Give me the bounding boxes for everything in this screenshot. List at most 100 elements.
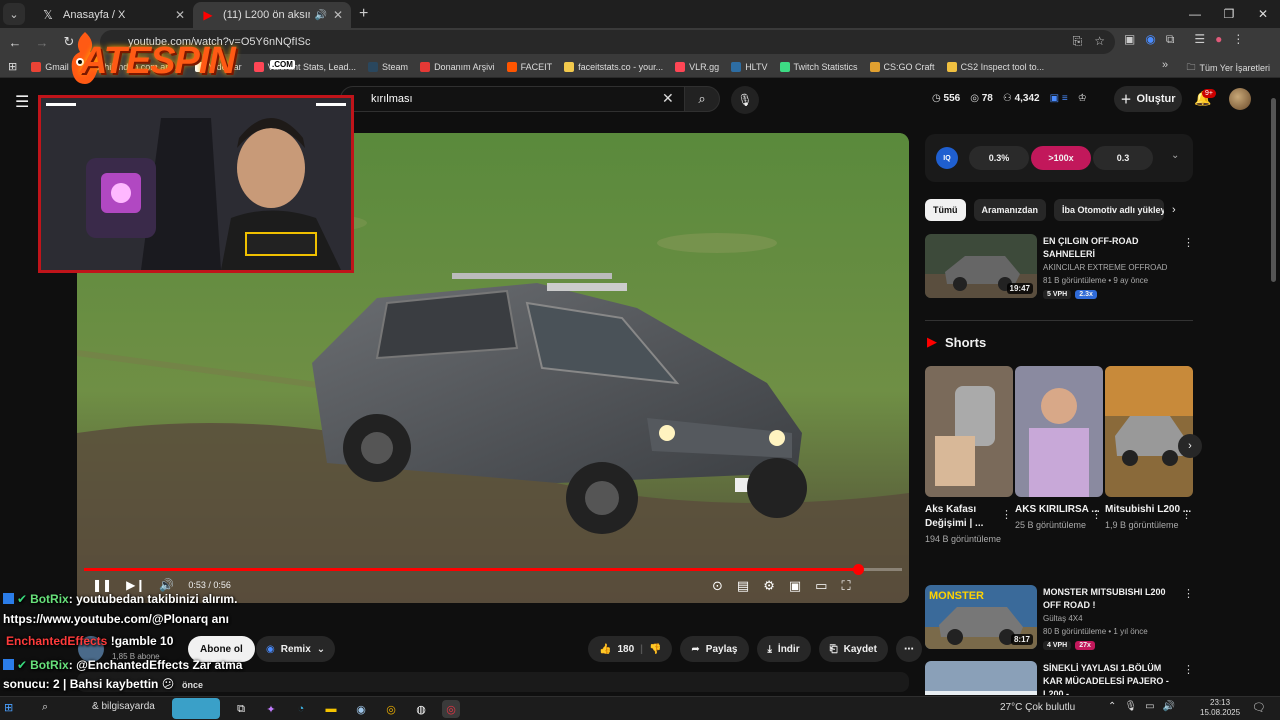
notification-icon[interactable]: 🗨 bbox=[1252, 701, 1266, 714]
pause-icon[interactable]: ❚❚ bbox=[92, 578, 112, 592]
voice-search-button[interactable]: 🎙 bbox=[731, 86, 759, 114]
bookmark-item[interactable]: Donanım Arşivi bbox=[420, 61, 495, 72]
iq-option[interactable]: 0.3% bbox=[969, 146, 1029, 170]
bookmarks-more[interactable]: » bbox=[1162, 59, 1168, 71]
chip-uploader[interactable]: İba Otomotiv adlı yükleyici bbox=[1054, 199, 1165, 221]
close-tab-icon[interactable]: ✕ bbox=[333, 8, 343, 22]
theater-icon[interactable]: ▭ bbox=[815, 578, 827, 594]
settings-icon[interactable]: ⚙ bbox=[763, 578, 775, 594]
video-thumbnail[interactable]: MONSTER 8:17 bbox=[925, 585, 1037, 649]
short-thumbnail[interactable] bbox=[1105, 366, 1193, 497]
edge-icon[interactable]: ◔ bbox=[292, 700, 310, 718]
video-thumbnail[interactable]: 19:47 bbox=[925, 234, 1037, 298]
search-input[interactable]: kırılması bbox=[340, 86, 686, 112]
clear-search-icon[interactable]: ✕ bbox=[662, 90, 674, 107]
network-icon[interactable]: ▭ bbox=[1145, 701, 1154, 712]
bookmark-item[interactable]: Gmail bbox=[31, 61, 69, 72]
scrollbar-thumb[interactable] bbox=[1271, 98, 1276, 282]
recommendation-item[interactable]: 19:47 EN ÇILGIN OFF-ROAD SAHNELERİ AKINC… bbox=[925, 234, 1194, 299]
task-view-icon[interactable]: ⧉ bbox=[232, 700, 250, 718]
chevron-right-icon[interactable]: › bbox=[1172, 204, 1176, 216]
short-title[interactable]: Aks Kafası Değişimi | ... bbox=[925, 503, 1013, 531]
thumbs-down-icon[interactable]: 👎 bbox=[649, 644, 661, 655]
profile-avatar[interactable]: ● bbox=[1215, 32, 1222, 47]
iq-option[interactable]: 0.3 bbox=[1093, 146, 1153, 170]
menu-icon[interactable]: ☰ bbox=[15, 92, 29, 112]
short-item[interactable]: AKS KIRILIRSA ... 25 B görüntüleme ⋮ bbox=[1015, 366, 1103, 532]
file-explorer-icon[interactable]: ▬ bbox=[322, 700, 340, 718]
more-options-icon[interactable]: ⋮ bbox=[1181, 508, 1192, 521]
start-icon[interactable]: ⊞ bbox=[4, 701, 13, 714]
captions-icon[interactable]: ▤ bbox=[737, 578, 749, 594]
tab-youtube[interactable]: ▶ (11) L200 ön aksının kırılma 🔊 ✕ bbox=[193, 2, 351, 28]
more-options-icon[interactable]: ⋮ bbox=[1183, 663, 1193, 676]
forward-button[interactable]: → bbox=[30, 35, 54, 50]
extension-icon[interactable]: ◉ bbox=[1145, 32, 1155, 47]
restore-button[interactable]: ❐ bbox=[1212, 0, 1246, 28]
shorts-next-button[interactable]: › bbox=[1178, 434, 1202, 458]
iq-option-active[interactable]: >100x bbox=[1031, 146, 1091, 170]
chrome-active-icon[interactable]: ◎ bbox=[442, 700, 460, 718]
bookmark-item[interactable]: CS2 Inspect tool to... bbox=[946, 61, 1044, 72]
trophy-icon[interactable]: ♔ bbox=[1078, 93, 1087, 104]
bookmark-item[interactable]: faceitstats.co - your... bbox=[564, 61, 663, 72]
all-bookmarks[interactable]: 🗀 Tüm Yer İşaretleri bbox=[1186, 60, 1270, 76]
bookmark-item[interactable]: Steam bbox=[368, 61, 408, 72]
speaker-icon[interactable]: 🔊 bbox=[1163, 701, 1175, 712]
download-button[interactable]: ⤓ İndir bbox=[756, 636, 811, 662]
video-title[interactable]: MONSTER MITSUBISHI L200 OFF ROAD ! bbox=[1043, 586, 1175, 612]
close-tab-icon[interactable]: ✕ bbox=[175, 8, 185, 22]
progress-bar[interactable] bbox=[84, 564, 902, 575]
minimize-button[interactable]: — bbox=[1178, 0, 1212, 28]
chip-from-search[interactable]: Aramanızdan bbox=[973, 199, 1047, 221]
steam-icon[interactable]: ◉ bbox=[352, 700, 370, 718]
chip-all[interactable]: Tümü bbox=[925, 199, 966, 221]
apps-icon[interactable]: ⊞ bbox=[8, 60, 17, 73]
bookmark-item[interactable]: Valorant Stats, Lead... bbox=[253, 61, 356, 72]
copilot-icon[interactable]: ✦ bbox=[262, 700, 280, 718]
channel-name[interactable]: AKINCILAR EXTREME OFFROAD bbox=[1043, 263, 1167, 272]
more-actions-button[interactable]: ⋯ bbox=[895, 636, 922, 662]
url-bar[interactable]: youtube.com/watch?v=O5Y6nNQfISc ⎘ ☆ bbox=[100, 30, 1115, 54]
create-button[interactable]: ＋ Oluştur bbox=[1114, 86, 1182, 112]
tray-chevron-icon[interactable]: ⌃ bbox=[1108, 701, 1116, 712]
recommendation-item[interactable]: SİNEKLİ YAYLASI 1.BÖLÜM KAR MÜCADELESİ P… bbox=[925, 661, 1193, 695]
new-tab-button[interactable]: + bbox=[359, 5, 368, 23]
miniplayer-icon[interactable]: ▣ bbox=[789, 578, 801, 594]
avatar[interactable] bbox=[1229, 88, 1251, 110]
speaker-icon[interactable]: 🔊 bbox=[314, 10, 326, 21]
more-options-icon[interactable]: ⋮ bbox=[1183, 587, 1194, 600]
volume-icon[interactable]: 🔊 bbox=[159, 578, 174, 592]
short-title[interactable]: Mitsubishi L200 ... bbox=[1105, 503, 1193, 517]
obs-icon[interactable]: ◍ bbox=[412, 700, 430, 718]
system-clock[interactable]: 23:13 15.08.2025 bbox=[1200, 698, 1240, 718]
bookmark-item[interactable]: VLR.gg bbox=[675, 61, 719, 72]
taskbar-widget[interactable] bbox=[172, 698, 220, 719]
chrome-icon[interactable]: ◎ bbox=[382, 700, 400, 718]
remix-button[interactable]: ◉ Remix ⌄ bbox=[256, 636, 336, 662]
video-thumbnail[interactable] bbox=[925, 661, 1037, 695]
close-window-button[interactable]: ✕ bbox=[1246, 0, 1280, 28]
chevron-down-icon[interactable]: ⌄ bbox=[1171, 150, 1179, 161]
back-button[interactable]: ← bbox=[3, 35, 27, 50]
more-options-icon[interactable]: ⋮ bbox=[1001, 508, 1012, 521]
next-icon[interactable]: ▶❙ bbox=[126, 578, 145, 592]
short-item[interactable]: Aks Kafası Değişimi | ... 194 B görüntül… bbox=[925, 366, 1013, 546]
bookmark-item[interactable]: HLTV bbox=[731, 61, 768, 72]
bookmark-star-icon[interactable]: ☆ bbox=[1094, 34, 1105, 49]
video-title[interactable]: SİNEKLİ YAYLASI 1.BÖLÜM KAR MÜCADELESİ P… bbox=[1043, 662, 1175, 695]
autoplay-toggle[interactable]: ⊙ bbox=[712, 578, 723, 594]
extension-icon[interactable]: ▣ bbox=[1124, 32, 1135, 47]
media-icon[interactable]: ☰ bbox=[1194, 32, 1205, 47]
bookmark-item[interactable]: Twitch Statistics bbox=[779, 61, 858, 72]
share-button[interactable]: ➦ Paylaş bbox=[680, 636, 749, 662]
install-icon[interactable]: ⎘ bbox=[1073, 34, 1083, 49]
bookmark-item[interactable]: CS:GO Craft bbox=[869, 61, 935, 72]
save-button[interactable]: ⎗ Kaydet bbox=[818, 636, 888, 662]
search-button[interactable]: ⌕ bbox=[684, 86, 720, 112]
search-icon[interactable]: ⌕ bbox=[42, 701, 48, 714]
short-thumbnail[interactable] bbox=[925, 366, 1013, 497]
recommendation-item[interactable]: MONSTER 8:17 MONSTER MITSUBISHI L200 OFF… bbox=[925, 585, 1194, 650]
taskbar-search-text[interactable]: & bilgisayarda bbox=[92, 701, 155, 712]
video-title[interactable]: EN ÇILGIN OFF-ROAD SAHNELERİ bbox=[1043, 235, 1175, 261]
